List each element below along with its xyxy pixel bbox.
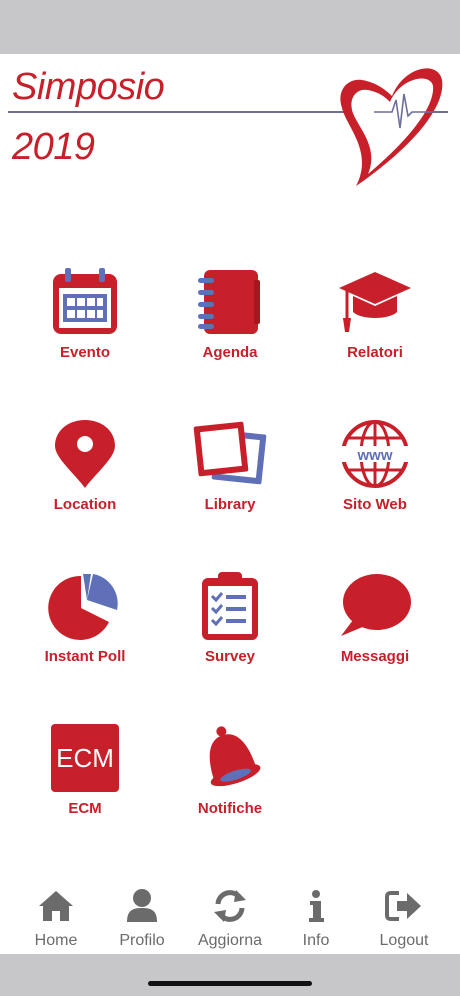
tab-label: Logout: [379, 932, 429, 949]
tab-label: Info: [302, 932, 330, 949]
menu-tile-label: Notifiche: [197, 800, 263, 817]
speech-bubble-icon: [335, 566, 415, 646]
menu-tile-label: Instant Poll: [44, 648, 126, 665]
map-pin-icon: [45, 414, 125, 494]
checklist-clipboard-icon: [190, 566, 270, 646]
menu-tile-messaggi[interactable]: Messaggi: [300, 566, 450, 686]
menu-tile-label: Relatori: [347, 344, 403, 361]
tab-logout[interactable]: Logout: [358, 886, 450, 950]
ecm-icon: ECM: [45, 718, 125, 798]
svg-text:www: www: [356, 447, 392, 464]
menu-tile-label: Agenda: [202, 344, 258, 361]
menu-tile-sito-web[interactable]: www Sito Web: [300, 414, 450, 534]
menu-tile-label: Location: [53, 496, 117, 513]
menu-tile-ecm[interactable]: ECM ECM: [10, 718, 160, 838]
menu-tile-label: ECM: [68, 800, 102, 817]
status-bar: [0, 0, 460, 54]
home-indicator-area: [0, 954, 460, 996]
tab-info[interactable]: Info: [270, 886, 362, 950]
notebook-icon: [190, 262, 270, 342]
tab-label: Home: [34, 932, 78, 949]
menu-tile-label: Survey: [204, 648, 256, 665]
calendar-icon: [45, 262, 125, 342]
menu-tile-library[interactable]: Library: [155, 414, 305, 534]
app-title-line1: Simposio: [12, 66, 165, 108]
tab-label: Aggiorna: [197, 932, 263, 949]
menu-tile-location[interactable]: Location: [10, 414, 160, 534]
tab-home[interactable]: Home: [10, 886, 102, 950]
ecm-icon-text: ECM: [51, 724, 119, 792]
app-header: Simposio 2019: [0, 54, 460, 194]
pie-chart-icon: [45, 566, 125, 646]
menu-tile-label: Sito Web: [343, 496, 407, 513]
user-icon: [122, 886, 162, 926]
menu-tile-label: Library: [204, 496, 256, 513]
home-indicator[interactable]: [148, 981, 312, 986]
tab-profilo[interactable]: Profilo: [96, 886, 188, 950]
menu-tile-survey[interactable]: Survey: [155, 566, 305, 686]
bottom-tab-bar: Home Profilo Aggiorna Info Logout: [0, 878, 460, 954]
graduation-cap-icon: [335, 262, 415, 342]
refresh-icon: [210, 886, 250, 926]
app-title-line2: 2019: [12, 126, 95, 168]
menu-tile-agenda[interactable]: Agenda: [155, 262, 305, 382]
tab-aggiorna[interactable]: Aggiorna: [184, 886, 276, 950]
menu-tile-relatori[interactable]: Relatori: [300, 262, 450, 382]
info-icon: [296, 886, 336, 926]
heart-logo-icon: [340, 68, 443, 186]
tab-label: Profilo: [119, 932, 165, 949]
logout-icon: [384, 886, 424, 926]
photos-icon: [190, 414, 270, 494]
home-icon: [36, 886, 76, 926]
menu-tile-notifiche[interactable]: Notifiche: [155, 718, 305, 838]
menu-tile-evento[interactable]: Evento: [10, 262, 160, 382]
globe-www-icon: www: [335, 414, 415, 494]
menu-tile-label: Evento: [59, 344, 110, 361]
menu-tile-instant-poll[interactable]: Instant Poll: [10, 566, 160, 686]
menu-tile-label: Messaggi: [340, 648, 410, 665]
bell-icon: [190, 718, 270, 798]
